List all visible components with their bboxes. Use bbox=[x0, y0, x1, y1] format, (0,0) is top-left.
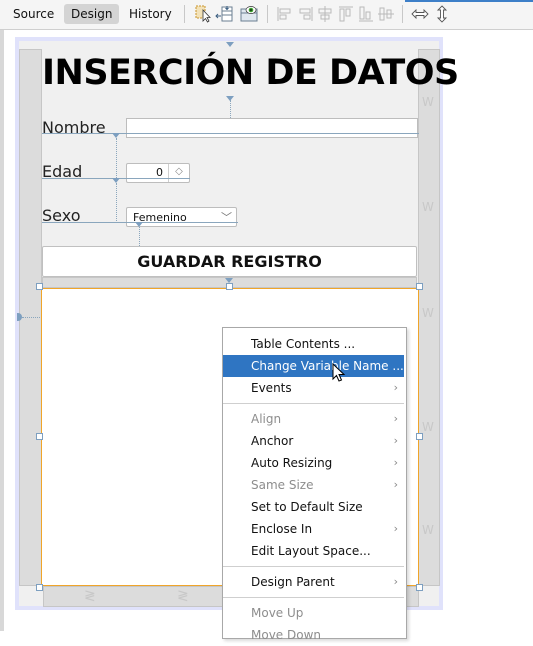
vertical-resizable-gap-icon: W bbox=[422, 306, 434, 320]
selection-mode-icon[interactable] bbox=[195, 5, 213, 23]
menu-item-edit-layout-space[interactable]: Edit Layout Space... bbox=[223, 540, 404, 562]
submenu-arrow-icon: › bbox=[393, 575, 398, 588]
menu-item-anchor[interactable]: Anchor › bbox=[223, 430, 404, 452]
vertical-resizable-gap-icon: W bbox=[422, 420, 434, 434]
menu-item-table-contents[interactable]: Table Contents ... bbox=[223, 333, 404, 355]
nombre-text-field[interactable] bbox=[126, 118, 418, 138]
resize-handle-se[interactable] bbox=[416, 584, 423, 591]
nombre-label[interactable]: Nombre bbox=[42, 118, 106, 137]
alignment-guide bbox=[116, 183, 117, 221]
menu-item-label: Move Down bbox=[251, 628, 321, 642]
editor-left-border bbox=[0, 30, 4, 631]
tab-design[interactable]: Design bbox=[64, 4, 120, 24]
baseline-guide bbox=[42, 133, 419, 134]
toolbar-separator bbox=[267, 5, 268, 23]
menu-item-auto-resizing[interactable]: Auto Resizing › bbox=[223, 452, 404, 474]
top-anchor-marker bbox=[226, 42, 234, 47]
align-bottom-icon bbox=[359, 6, 373, 22]
menu-item-label: Edit Layout Space... bbox=[251, 544, 371, 558]
menu-item-label: Change Variable Name ... bbox=[251, 359, 404, 373]
toolbar-separator bbox=[184, 5, 185, 23]
menu-item-label: Same Size bbox=[251, 478, 314, 492]
resize-handle-n[interactable] bbox=[226, 283, 233, 290]
align-top-icon bbox=[339, 6, 353, 22]
submenu-arrow-icon: › bbox=[393, 478, 398, 491]
context-menu: Table Contents ... Change Variable Name … bbox=[222, 327, 407, 642]
menu-item-enclose-in[interactable]: Enclose In › bbox=[223, 518, 404, 540]
resize-horizontal-icon[interactable] bbox=[411, 5, 429, 23]
submenu-arrow-icon: › bbox=[393, 412, 398, 425]
vertical-resizable-gap-icon: W bbox=[422, 523, 434, 537]
toolbar-separator bbox=[402, 5, 403, 23]
resize-handle-nw[interactable] bbox=[36, 283, 43, 290]
menu-separator bbox=[223, 597, 404, 598]
menu-item-label: Align bbox=[251, 412, 282, 426]
resize-handle-sw[interactable] bbox=[36, 584, 43, 591]
form-title-label[interactable]: INSERCIÓN DE DATOS bbox=[42, 50, 459, 96]
menu-separator bbox=[223, 403, 404, 404]
connection-mode-icon[interactable] bbox=[215, 5, 233, 23]
align-left-icon bbox=[277, 7, 291, 21]
submenu-arrow-icon: › bbox=[393, 434, 398, 447]
menu-item-change-variable-name[interactable]: Change Variable Name ... bbox=[223, 355, 404, 377]
menu-item-set-to-default-size[interactable]: Set to Default Size bbox=[223, 496, 404, 518]
menu-item-design-parent[interactable]: Design Parent › bbox=[223, 571, 404, 593]
resize-handle-ne[interactable] bbox=[416, 283, 423, 290]
horizontal-resizable-gap-icon: ≷ bbox=[177, 588, 189, 604]
menu-item-label: Enclose In bbox=[251, 522, 313, 536]
submenu-arrow-icon: › bbox=[393, 381, 398, 394]
guardar-registro-button[interactable]: GUARDAR REGISTRO bbox=[42, 246, 417, 277]
tab-source[interactable]: Source bbox=[6, 4, 61, 24]
vertical-resizable-gap-icon: W bbox=[422, 95, 434, 109]
align-right-icon bbox=[299, 7, 313, 21]
menu-item-label: Set to Default Size bbox=[251, 500, 363, 514]
menu-item-label: Events bbox=[251, 381, 292, 395]
submenu-arrow-icon: › bbox=[393, 522, 398, 535]
submenu-arrow-icon: › bbox=[393, 456, 398, 469]
resize-vertical-icon[interactable] bbox=[433, 5, 451, 23]
designer-toolbar: Source Design History bbox=[0, 0, 533, 30]
horizontal-resizable-gap-icon: ≷ bbox=[84, 588, 96, 604]
edad-spinner[interactable]: 0 ◇ bbox=[126, 163, 190, 183]
center-horizontally-icon bbox=[318, 6, 332, 22]
mouse-cursor-icon bbox=[332, 363, 346, 382]
resize-handle-e[interactable] bbox=[416, 433, 423, 440]
alignment-guide bbox=[116, 138, 117, 178]
menu-item-move-up[interactable]: Move Up bbox=[223, 602, 404, 624]
spinner-arrows-icon[interactable]: ◇ bbox=[168, 164, 189, 182]
center-vertically-icon bbox=[378, 7, 394, 21]
resize-handle-w[interactable] bbox=[36, 433, 43, 440]
menu-item-label: Table Contents ... bbox=[251, 337, 356, 351]
toolbar-accent-bar bbox=[405, 0, 533, 2]
menu-item-same-size[interactable]: Same Size › bbox=[223, 474, 404, 496]
menu-item-move-down[interactable]: Move Down bbox=[223, 624, 404, 646]
menu-item-label: Design Parent bbox=[251, 575, 335, 589]
menu-item-label: Move Up bbox=[251, 606, 304, 620]
alignment-guide bbox=[139, 227, 140, 246]
vertical-resizable-gap-icon: W bbox=[422, 200, 434, 214]
tab-history[interactable]: History bbox=[122, 4, 179, 24]
alignment-guide bbox=[22, 317, 40, 318]
menu-item-align[interactable]: Align › bbox=[223, 408, 404, 430]
menu-separator bbox=[223, 566, 404, 567]
menu-item-events[interactable]: Events › bbox=[223, 377, 404, 399]
preview-design-icon[interactable] bbox=[240, 5, 258, 23]
menu-item-label: Auto Resizing bbox=[251, 456, 333, 470]
menu-item-label: Anchor bbox=[251, 434, 294, 448]
